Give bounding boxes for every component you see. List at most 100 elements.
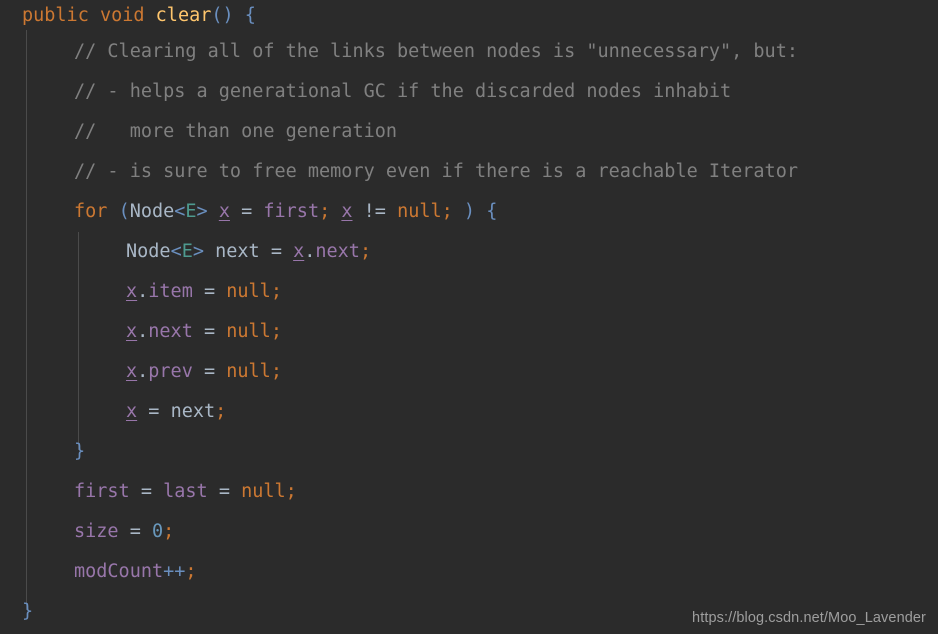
number-zero: 0: [151, 521, 164, 542]
variable-x: x: [341, 201, 353, 222]
variable-x: x: [126, 361, 138, 382]
operator-assign: =: [129, 521, 141, 542]
type-param-e: E: [181, 241, 193, 262]
code-line-1: public void clear() {: [0, 0, 938, 32]
keyword-public: public: [22, 5, 89, 26]
operator-assign: =: [203, 361, 216, 382]
code-block[interactable]: public void clear() { // Clearing all of…: [0, 0, 938, 632]
operator-assign: =: [218, 481, 230, 502]
semicolon: ;: [441, 201, 453, 222]
semicolon: ;: [215, 401, 227, 422]
semicolon: ;: [270, 281, 282, 302]
type-node: Node: [126, 241, 171, 262]
angle-open: <: [170, 241, 182, 262]
field-modcount: modCount: [74, 561, 164, 582]
code-line-15: modCount++;: [0, 552, 938, 592]
watermark-url: https://blog.csdn.net/Moo_Lavender: [692, 610, 926, 626]
keyword-void: void: [99, 5, 145, 26]
semicolon: ;: [185, 561, 197, 582]
variable-x: x: [218, 201, 230, 222]
field-last: last: [163, 481, 208, 502]
code-snippet-screenshot: public void clear() { // Clearing all of…: [0, 0, 938, 634]
semicolon: ;: [285, 481, 297, 502]
variable-x: x: [293, 241, 305, 262]
paren-close: ): [463, 201, 476, 222]
brace-close: }: [74, 441, 86, 462]
operator-not-equal: !=: [363, 201, 386, 222]
semicolon: ;: [359, 241, 372, 262]
code-line-7: Node<E> next = x.next;: [0, 232, 938, 272]
angle-close: >: [196, 201, 208, 222]
code-line-5: // - is sure to free memory even if ther…: [0, 152, 938, 192]
code-line-8: x.item = null;: [0, 272, 938, 312]
operator-assign: =: [203, 321, 216, 342]
literal-null: null: [226, 321, 271, 342]
comment-line-2: // - helps a generational GC if the disc…: [74, 81, 732, 102]
variable-next: next: [170, 401, 216, 422]
dot: .: [137, 321, 149, 342]
semicolon: ;: [163, 521, 175, 542]
brace-open: {: [486, 201, 498, 222]
paren-open: (: [211, 5, 223, 26]
code-line-11: x = next;: [0, 392, 938, 432]
variable-x: x: [126, 321, 138, 342]
comment-line-1: // Clearing all of the links between nod…: [74, 41, 798, 62]
dot: .: [137, 281, 149, 302]
code-line-10: x.prev = null;: [0, 352, 938, 392]
code-line-2: // Clearing all of the links between nod…: [0, 32, 938, 72]
field-first: first: [263, 201, 320, 222]
field-next: next: [315, 241, 360, 262]
operator-assign: =: [203, 281, 216, 302]
field-next: next: [148, 321, 193, 342]
comment-line-4: // - is sure to free memory even if ther…: [74, 161, 798, 182]
literal-null: null: [397, 201, 442, 222]
code-line-9: x.next = null;: [0, 312, 938, 352]
variable-x: x: [126, 281, 138, 302]
operator-assign: =: [148, 401, 160, 422]
field-first: first: [74, 481, 130, 502]
semicolon: ;: [270, 361, 282, 382]
operator-assign: =: [140, 481, 152, 502]
literal-null: null: [226, 281, 271, 302]
code-line-6: for (Node<E> x = first; x != null; ) {: [0, 192, 938, 232]
code-line-3: // - helps a generational GC if the disc…: [0, 72, 938, 112]
code-line-14: size = 0;: [0, 512, 938, 552]
code-line-4: // more than one generation: [0, 112, 938, 152]
dot: .: [137, 361, 149, 382]
code-line-12: }: [0, 432, 938, 472]
field-item: item: [148, 281, 193, 302]
paren-close: ): [222, 5, 234, 26]
method-name-clear: clear: [155, 5, 212, 26]
brace-open: {: [244, 5, 256, 26]
comment-line-3: // more than one generation: [74, 121, 398, 142]
semicolon: ;: [270, 321, 282, 342]
literal-null: null: [241, 481, 286, 502]
field-prev: prev: [148, 361, 193, 382]
type-param-e: E: [185, 201, 197, 222]
angle-close: >: [192, 241, 204, 262]
